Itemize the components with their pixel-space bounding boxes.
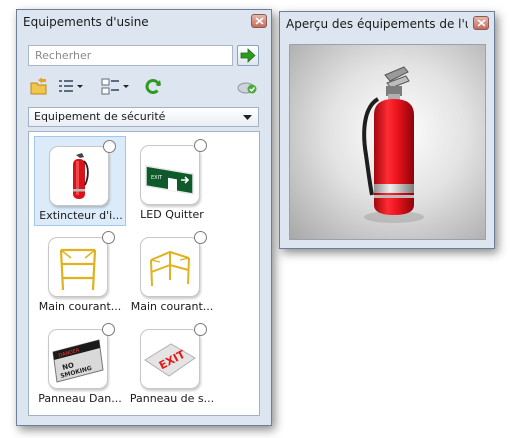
fire-extinguisher-preview [362, 66, 424, 223]
list-item-led-exit[interactable]: EXIT LED Quitter [126, 136, 218, 226]
svg-text:EXIT: EXIT [151, 175, 163, 181]
category-dropdown[interactable]: Equipement de sécurité [28, 107, 259, 127]
handrail-icon [59, 248, 97, 291]
close-icon [255, 17, 264, 25]
exit-floor-sign-icon: EXIT [144, 343, 196, 377]
preview-viewport[interactable] [289, 44, 486, 240]
search-go-button[interactable] [237, 45, 259, 66]
item-label: Extincteur d'i... [39, 209, 123, 222]
select-radio[interactable] [194, 231, 207, 244]
close-button[interactable] [251, 14, 267, 28]
close-icon [477, 19, 486, 27]
item-label: Main courant... [38, 300, 122, 313]
open-folder-icon[interactable] [29, 77, 49, 97]
refresh-icon[interactable] [143, 77, 163, 97]
list-item-handrail[interactable]: Main courant... [34, 228, 126, 318]
exit-sign-icon: EXIT [145, 165, 194, 195]
thumbnail [140, 237, 200, 297]
danger-sign-icon: DANGER NO SMOKING [52, 339, 104, 383]
panel-title: Equipements d'usine [23, 15, 149, 29]
connection-status-icon[interactable] [237, 77, 259, 97]
handrail-icon [150, 250, 190, 287]
arrow-right-icon [240, 48, 256, 63]
list-view-icon[interactable] [57, 77, 85, 97]
thumbnail: EXIT [140, 145, 200, 205]
thumbnail [48, 237, 108, 297]
item-label: Panneau de s... [129, 392, 215, 405]
item-label: LED Quitter [140, 208, 204, 221]
fire-extinguisher-icon [73, 153, 89, 199]
thumbnail-view-icon[interactable] [101, 77, 131, 97]
select-radio[interactable] [102, 323, 115, 336]
close-button[interactable] [473, 16, 489, 30]
select-radio[interactable] [194, 139, 207, 152]
list-item-floor-exit-sign[interactable]: EXIT Panneau de s... [126, 320, 218, 410]
category-selected: Equipement de sécurité [34, 110, 166, 123]
search-input[interactable] [28, 45, 233, 66]
item-label: Main courant... [130, 300, 214, 313]
preview-panel: Aperçu des équipements de l'usine [279, 11, 495, 249]
thumbnail: EXIT [140, 329, 200, 389]
select-radio[interactable] [103, 140, 116, 153]
equipment-panel: Equipements d'usine Equipement de sécuri… [16, 9, 272, 426]
item-label: Panneau Dan... [38, 392, 122, 405]
panel-title: Aperçu des équipements de l'usine [286, 17, 468, 31]
thumbnail: DANGER NO SMOKING [48, 329, 108, 389]
equipment-list: Extincteur d'i... EXIT LED Quitter Main … [28, 131, 260, 416]
list-item-fire-extinguisher[interactable]: Extincteur d'i... [34, 136, 126, 226]
list-item-danger-sign[interactable]: DANGER NO SMOKING Panneau Dan... [34, 320, 126, 410]
list-item-handrail[interactable]: Main courant... [126, 228, 218, 318]
select-radio[interactable] [102, 231, 115, 244]
thumbnail [49, 146, 109, 206]
select-radio[interactable] [194, 323, 207, 336]
chevron-down-icon [243, 115, 252, 120]
